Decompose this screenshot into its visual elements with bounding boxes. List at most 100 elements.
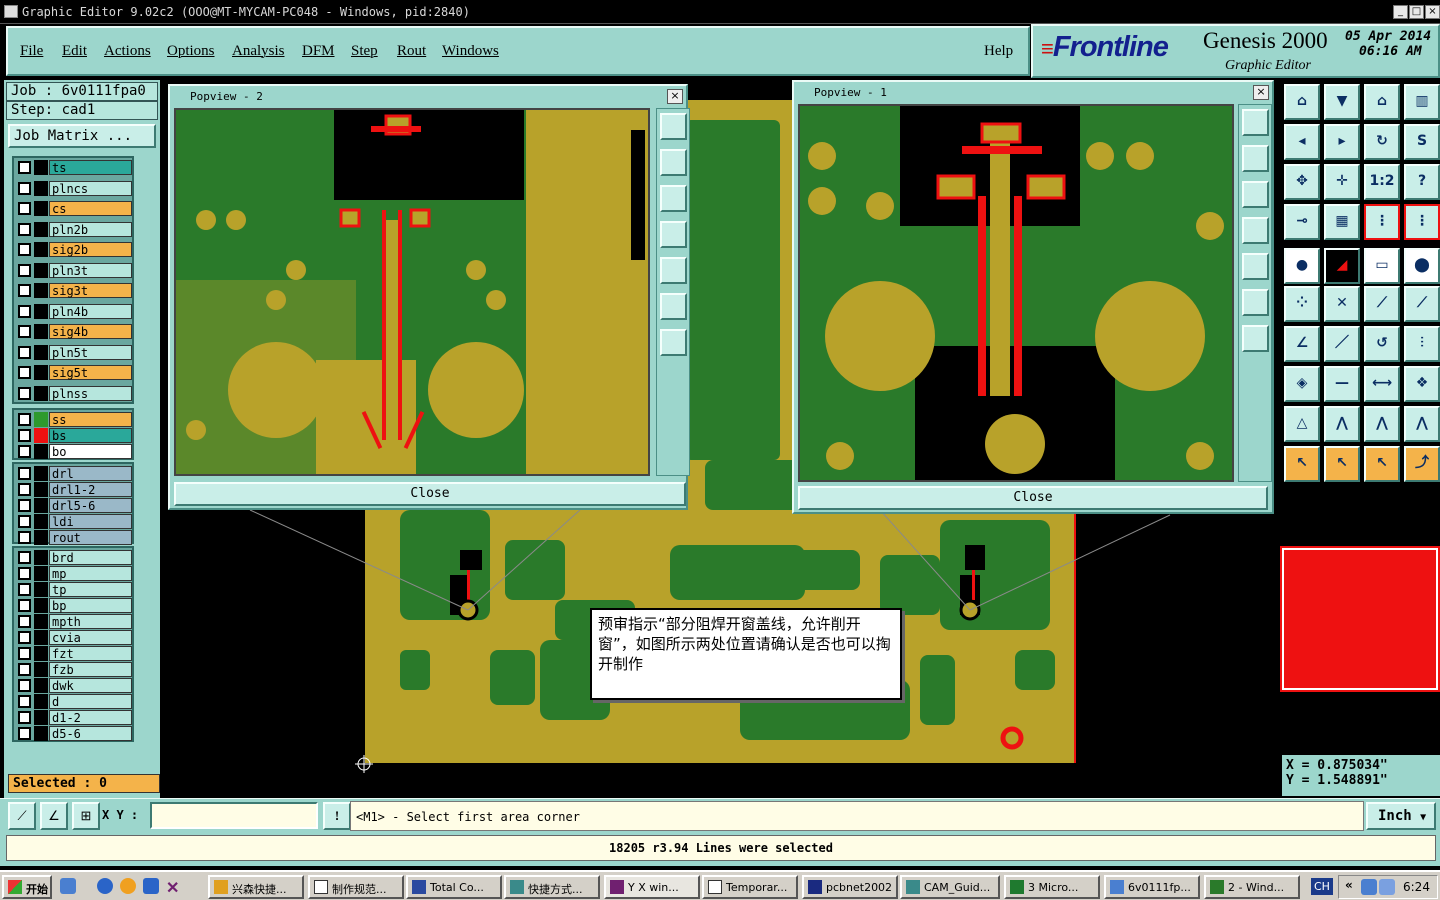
layer-row[interactable]: dwk (16, 678, 132, 693)
popview-tool-pan-left[interactable] (1242, 217, 1269, 244)
line-point-icon[interactable]: ⟋ (1364, 286, 1400, 322)
layer-name[interactable]: bo (49, 444, 132, 459)
layer-name[interactable]: drl5-6 (49, 498, 132, 513)
popview-1-image[interactable] (798, 104, 1234, 482)
popview-1-close-button[interactable]: Close (798, 486, 1268, 510)
menu-analysis[interactable]: Analysis (232, 43, 285, 60)
layer-checkbox[interactable] (18, 631, 31, 644)
layer-name[interactable]: pln3t (49, 262, 132, 278)
menu-help[interactable]: Help (984, 43, 1013, 60)
snap-grid-icon[interactable]: ⊞ (72, 802, 100, 830)
layer-name[interactable]: brd (49, 550, 132, 565)
layer-row[interactable]: sig5t (16, 365, 132, 380)
layer-color-box[interactable] (34, 444, 48, 459)
layer-compare-icon[interactable]: ⋮ (1404, 204, 1440, 240)
layer-color-box[interactable] (34, 566, 48, 581)
layer-row[interactable]: brd (16, 550, 132, 565)
layer-color-box[interactable] (34, 412, 48, 427)
layer-checkbox[interactable] (18, 413, 31, 426)
layer-name[interactable]: ldi (49, 514, 132, 529)
layer-checkbox[interactable] (18, 695, 31, 708)
menu-file[interactable]: File (20, 43, 43, 60)
layer-row[interactable]: pln2b (16, 221, 132, 237)
route-icon[interactable]: ⤴ (1404, 446, 1440, 482)
layer-checkbox[interactable] (18, 445, 31, 458)
layer-color-box[interactable] (34, 530, 48, 545)
layer-color-box[interactable] (34, 678, 48, 693)
layer-checkbox[interactable] (18, 647, 31, 660)
popview-tool-zoom-out[interactable] (1242, 181, 1269, 208)
layer-name[interactable]: mpth (49, 614, 132, 629)
layer-name[interactable]: bp (49, 598, 132, 613)
popview-tool-pan-right[interactable] (1242, 253, 1269, 280)
tray-expand-icon[interactable]: « (1345, 878, 1353, 892)
layer-color-box[interactable] (34, 694, 48, 709)
pad-move-icon[interactable]: ◈ (1284, 366, 1320, 402)
line-point-red-icon[interactable]: ⟋ (1404, 286, 1440, 322)
layer-row[interactable]: mp (16, 566, 132, 581)
network-icon[interactable] (1361, 879, 1377, 895)
task-item[interactable]: 兴森快捷... (208, 875, 304, 899)
pointer-box-icon[interactable]: ↖ (1324, 446, 1360, 482)
layer-name[interactable]: pln5t (49, 344, 132, 360)
menu-edit[interactable]: Edit (62, 43, 87, 60)
layer-name[interactable]: mp (49, 566, 132, 581)
layer-row[interactable]: plncs (16, 180, 132, 196)
zoom-in-icon[interactable]: ▼ (1324, 84, 1360, 120)
layer-checkbox[interactable] (18, 429, 31, 442)
ie-icon[interactable] (97, 878, 113, 894)
layer-name[interactable]: dwk (49, 678, 132, 693)
layer-color-box[interactable] (34, 582, 48, 597)
align-icon[interactable]: ⫶ (1404, 326, 1440, 362)
layer-checkbox[interactable] (18, 583, 31, 596)
triangle-up-icon[interactable]: ⋀ (1324, 406, 1360, 442)
volume-icon[interactable] (1379, 879, 1395, 895)
menu-dfm[interactable]: DFM (302, 43, 335, 60)
layer-checkbox[interactable] (18, 599, 31, 612)
layer-checkbox[interactable] (18, 202, 31, 215)
layer-row[interactable]: ss (16, 412, 132, 427)
layer-color-box[interactable] (34, 710, 48, 725)
connect-icon[interactable]: ⁘ (1284, 286, 1320, 322)
layer-row[interactable]: cvia (16, 630, 132, 645)
layer-row[interactable]: mpth (16, 614, 132, 629)
layer-checkbox[interactable] (18, 181, 31, 195)
layer-name[interactable]: ss (49, 412, 132, 427)
xy-input[interactable] (150, 802, 318, 829)
layer-color-box[interactable] (34, 498, 48, 513)
grid-icon[interactable]: ▦ (1324, 204, 1360, 240)
layer-color-box[interactable] (34, 221, 48, 237)
popview-2-image[interactable] (174, 108, 650, 476)
x-icon[interactable]: ✕ (166, 878, 182, 897)
layer-checkbox[interactable] (18, 615, 31, 628)
task-item[interactable]: Y X win... (604, 875, 700, 899)
layer-row[interactable]: drl (16, 466, 132, 481)
layer-checkbox[interactable] (18, 345, 31, 359)
overview-map[interactable] (1280, 546, 1440, 692)
layer-checkbox[interactable] (18, 325, 31, 338)
task-item[interactable]: CAM_Guid... (900, 875, 1000, 899)
popview-tool-zoom-out[interactable] (660, 185, 687, 212)
task-item[interactable]: 2 - Wind... (1204, 875, 1300, 899)
layer-name[interactable]: d1-2 (49, 710, 132, 725)
distance-icon[interactable]: ⟷ (1364, 366, 1400, 402)
minimize-button[interactable]: _ (1393, 5, 1408, 19)
popview-tool-pan-left[interactable] (660, 221, 687, 248)
layer-row[interactable]: d5-6 (16, 726, 132, 741)
layer-color-box[interactable] (34, 385, 48, 401)
layer-color-box[interactable] (34, 262, 48, 278)
layer-checkbox[interactable] (18, 727, 31, 740)
layer-color-box[interactable] (34, 160, 48, 175)
pointer-round-icon[interactable]: ↖ (1364, 446, 1400, 482)
task-item[interactable]: Total Co... (406, 875, 502, 899)
layer-checkbox[interactable] (18, 161, 31, 174)
layer-row[interactable]: sig2b (16, 242, 132, 257)
layer-row[interactable]: d (16, 694, 132, 709)
layer-color-box[interactable] (34, 344, 48, 360)
home-icon[interactable]: ⌂ (1364, 84, 1400, 120)
layer-checkbox[interactable] (18, 222, 31, 236)
layer-color-box[interactable] (34, 180, 48, 196)
layer-row[interactable]: rout (16, 530, 132, 545)
layer-color-box[interactable] (34, 201, 48, 216)
menu-step[interactable]: Step (351, 43, 378, 60)
